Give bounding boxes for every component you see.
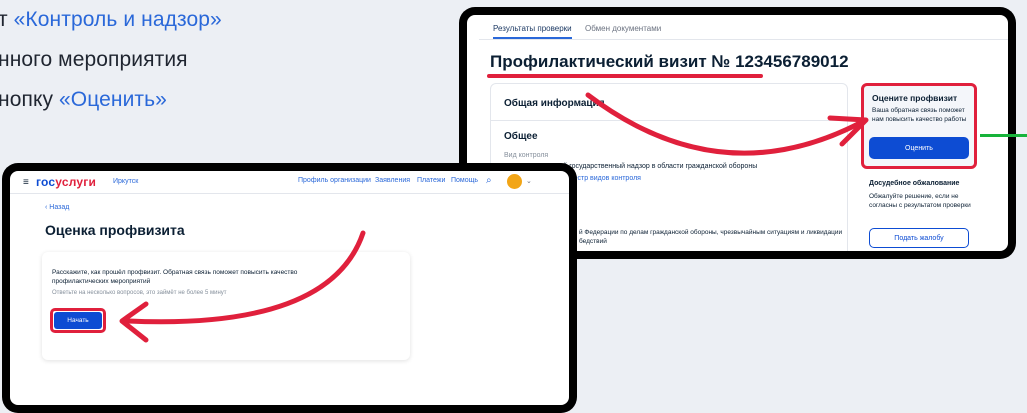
site-header: ≡ госуслуги Иркутск Профиль организации … bbox=[10, 171, 569, 194]
menu-icon[interactable]: ≡ bbox=[23, 177, 29, 188]
page-title: Профилактический визит № 123456789012 bbox=[490, 52, 849, 71]
back-link[interactable]: ‹ Назад bbox=[45, 204, 69, 211]
start-button[interactable]: Начать bbox=[54, 312, 102, 329]
title-highlight bbox=[487, 74, 763, 78]
chevron-down-icon[interactable]: ⌄ bbox=[526, 177, 532, 185]
authority-text: й Федерации по делам гражданской обороны… bbox=[579, 229, 843, 245]
instruction-line-3: нопку «Оценить» bbox=[0, 88, 167, 111]
rate-panel-title: Оцените профвизит bbox=[872, 93, 958, 103]
section-heading: Общее bbox=[504, 131, 538, 142]
rate-panel-description: Ваша обратная связь поможет нам повысить… bbox=[872, 107, 967, 123]
rating-page-title: Оценка профвизита bbox=[45, 222, 185, 238]
rating-card-text: Расскажите, как прошёл профвизит. Обратн… bbox=[52, 269, 298, 285]
gosuslugi-logo[interactable]: госуслуги bbox=[36, 175, 96, 189]
search-icon[interactable]: ⌕ bbox=[486, 175, 492, 186]
city-selector[interactable]: Иркутск bbox=[113, 178, 138, 185]
rating-screenshot-frame: ≡ госуслуги Иркутск Профиль организации … bbox=[2, 163, 577, 413]
pretrial-title: Досудебное обжалование bbox=[869, 180, 960, 187]
nav-payments[interactable]: Платежи bbox=[417, 177, 445, 184]
pretrial-description: Обжалуйте решение, если не согласны с ре… bbox=[869, 193, 971, 209]
avatar[interactable] bbox=[507, 174, 522, 189]
divider bbox=[491, 120, 847, 121]
tabs-bar: Результаты проверки Обмен документами bbox=[479, 19, 1008, 40]
pretrial-appeal-panel: Досудебное обжалование Обжалуйте решение… bbox=[861, 174, 977, 251]
general-info-heading: Общая информация bbox=[504, 98, 605, 109]
instruction-line-2: нного мероприятия bbox=[0, 48, 188, 71]
instruction-link-rate: «Оценить» bbox=[59, 88, 167, 111]
rating-screen: ≡ госуслуги Иркутск Профиль организации … bbox=[10, 171, 569, 405]
rate-visit-panel: Оцените профвизит Ваша обратная связь по… bbox=[861, 83, 977, 169]
instruction-line-1: т «Контроль и надзор» bbox=[0, 8, 222, 31]
nav-profile[interactable]: Профиль организации bbox=[298, 177, 371, 184]
nav-help[interactable]: Помощь bbox=[451, 177, 478, 184]
rating-card-subtext: Ответьте на несколько вопросов, это займ… bbox=[52, 290, 227, 296]
rating-card: Расскажите, как прошёл профвизит. Обратн… bbox=[42, 252, 410, 360]
tab-results[interactable]: Результаты проверки bbox=[493, 24, 572, 39]
green-pointer bbox=[980, 134, 1027, 137]
control-type-label: Вид контроля bbox=[504, 152, 549, 159]
instruction-link-control: «Контроль и надзор» bbox=[13, 8, 222, 31]
file-complaint-button[interactable]: Подать жалобу bbox=[869, 228, 969, 248]
nav-applications[interactable]: Заявления bbox=[375, 177, 410, 184]
tab-documents[interactable]: Обмен документами bbox=[585, 24, 661, 33]
rate-button[interactable]: Оценить bbox=[869, 137, 969, 159]
